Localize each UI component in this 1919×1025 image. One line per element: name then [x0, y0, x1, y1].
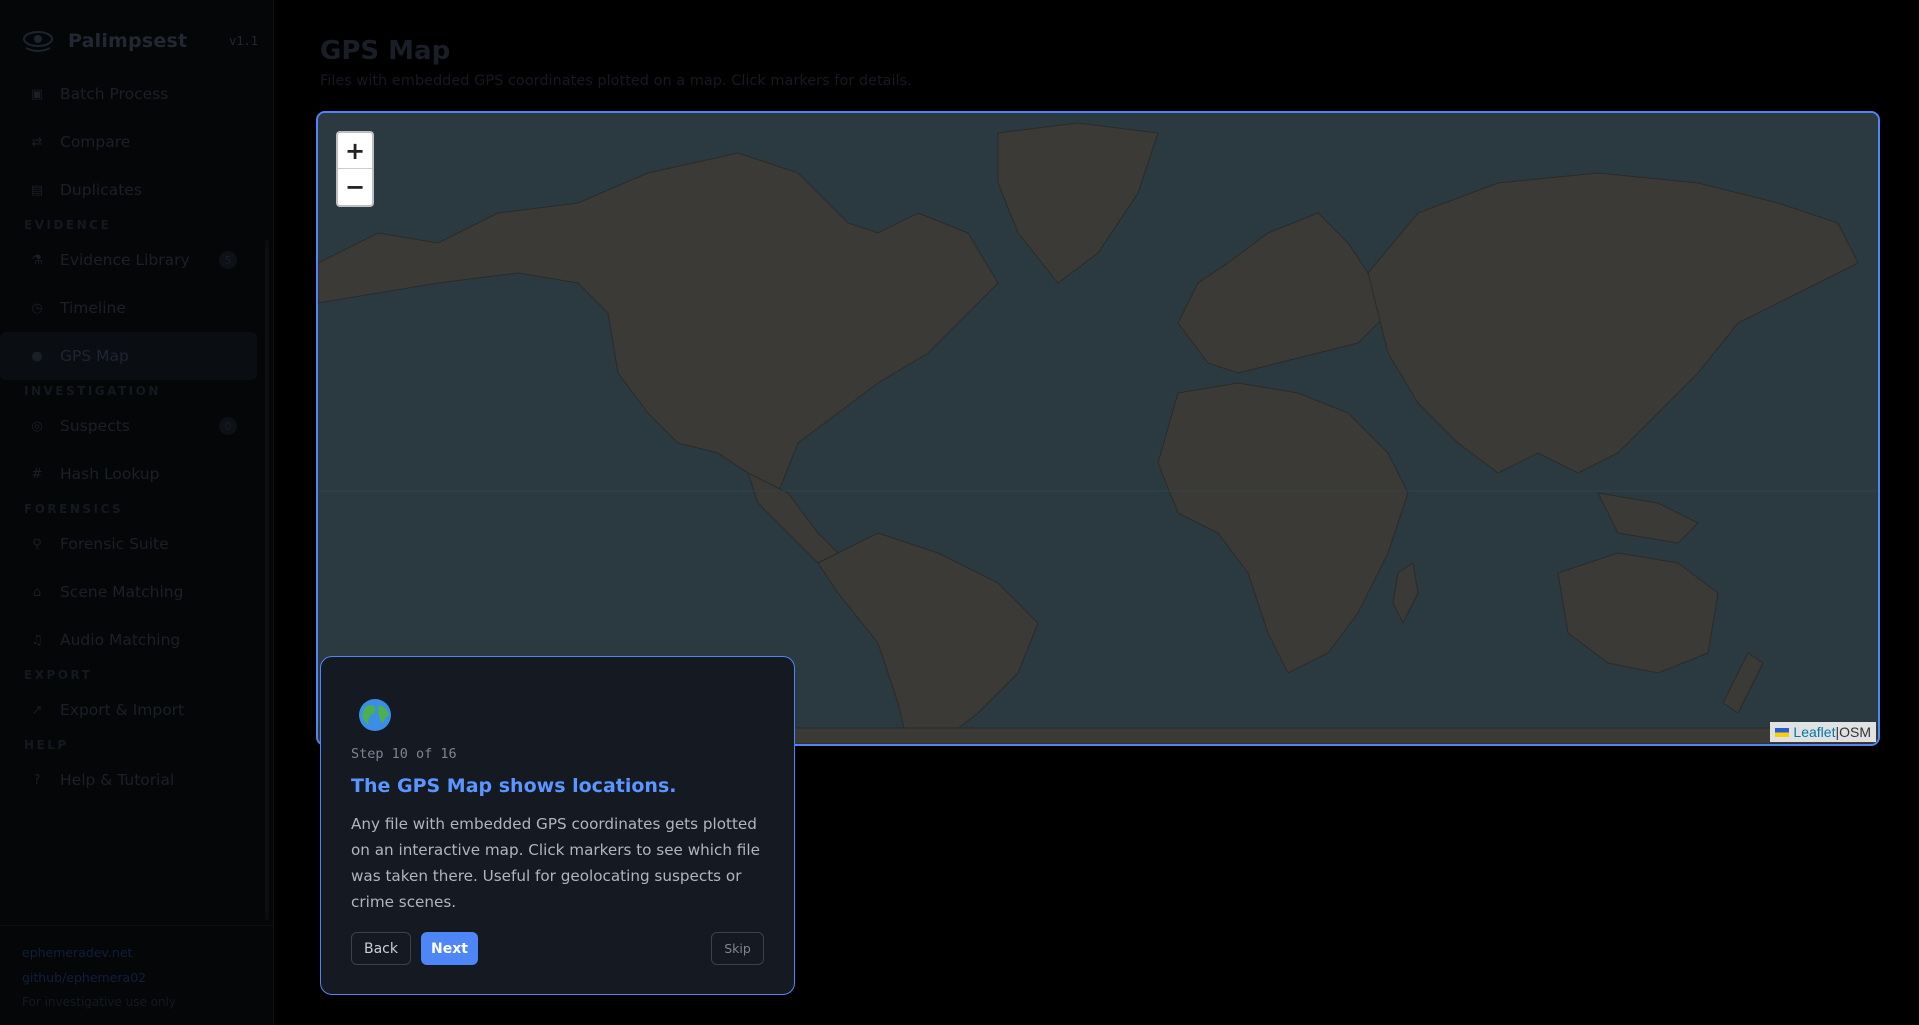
sidebar-item-label: Hash Lookup — [60, 465, 160, 483]
sidebar-item-export-import[interactable]: ↗ Export & Import — [0, 686, 257, 734]
sidebar-item-label: Scene Matching — [60, 583, 184, 601]
sidebar-item-evidence-library[interactable]: ⚗ Evidence Library 5 — [0, 236, 257, 284]
globe-icon: ● — [31, 348, 43, 364]
sidebar-item-help-tutorial[interactable]: ? Help & Tutorial — [0, 756, 257, 804]
sidebar-item-label: Batch Process — [60, 85, 169, 103]
app-version: v1.1 — [229, 34, 258, 48]
page-title: GPS Map — [320, 36, 451, 66]
sidebar-item-duplicates[interactable]: ▤ Duplicates — [0, 166, 257, 214]
sidebar-item-label: Audio Matching — [60, 631, 181, 649]
zoom-out-button[interactable]: − — [338, 169, 372, 205]
sidebar-scrollbar[interactable] — [265, 240, 269, 920]
arrow-icon: ↗ — [31, 702, 43, 718]
back-button[interactable]: Back — [351, 932, 411, 965]
section-evidence: EVIDENCE — [24, 218, 112, 232]
footer-note: For investigative use only — [22, 995, 177, 1009]
world-map-tiles — [318, 113, 1878, 744]
count-badge: 0 — [219, 417, 237, 435]
app-name: Palimpsest — [68, 30, 188, 52]
sidebar-item-label: Timeline — [60, 299, 126, 317]
globe-icon — [359, 699, 391, 731]
page-subtitle: Files with embedded GPS coordinates plot… — [320, 73, 912, 89]
tour-body: Any file with embedded GPS coordinates g… — [351, 815, 760, 911]
website-link[interactable]: ephemeradev.net — [22, 940, 262, 965]
sidebar-item-gps-map[interactable]: ● GPS Map — [0, 332, 257, 380]
sidebar-item-label: Help & Tutorial — [60, 771, 175, 789]
sidebar-item-batch-process[interactable]: ▣ Batch Process — [0, 70, 257, 118]
section-export: EXPORT — [24, 668, 93, 682]
section-help: HELP — [24, 738, 69, 752]
flask-icon: ⚲ — [32, 536, 42, 552]
sidebar-item-label: Duplicates — [60, 181, 142, 199]
hash-icon: # — [31, 466, 43, 482]
sidebar-item-audio-matching[interactable]: ♫ Audio Matching — [0, 616, 257, 664]
sidebar-item-forensic-suite[interactable]: ⚲ Forensic Suite — [0, 520, 257, 568]
count-badge: 5 — [219, 251, 237, 269]
tour-title: The GPS Map shows locations. — [351, 775, 677, 797]
section-forensics: FORENSICS — [24, 502, 124, 516]
sidebar-item-scene-matching[interactable]: ⌂ Scene Matching — [0, 568, 257, 616]
ukraine-flag-icon — [1775, 727, 1790, 737]
github-link[interactable]: github/ephemera02 — [22, 965, 262, 990]
section-investigation: INVESTIGATION — [24, 384, 161, 398]
sidebar-item-hash-lookup[interactable]: # Hash Lookup — [0, 450, 257, 498]
sidebar-item-compare[interactable]: ⇄ Compare — [0, 118, 257, 166]
next-button[interactable]: Next — [421, 932, 478, 965]
map-attribution: Leaflet | OSM — [1770, 722, 1876, 742]
leaflet-link[interactable]: Leaflet — [1793, 724, 1835, 740]
swap-icon: ⇄ — [31, 134, 43, 150]
sidebar-item-label: GPS Map — [60, 347, 129, 365]
target-icon: ◎ — [31, 418, 43, 434]
sidebar-item-label: Compare — [60, 133, 131, 151]
gps-map[interactable]: + − Leaflet | OSM — [316, 111, 1880, 746]
osm-attribution: OSM — [1839, 724, 1871, 740]
sidebar: Palimpsest v1.1 ▣ Batch Process ⇄ Compar… — [0, 0, 274, 1025]
eye-logo-icon — [23, 31, 53, 52]
sidebar-item-label: Forensic Suite — [60, 535, 169, 553]
sidebar-nav: ▣ Batch Process ⇄ Compare ▤ Duplicates E… — [0, 70, 265, 804]
music-icon: ♫ — [31, 632, 43, 648]
footer-divider — [0, 925, 274, 926]
sidebar-item-timeline[interactable]: ◷ Timeline — [0, 284, 257, 332]
sidebar-item-label: Evidence Library — [60, 251, 190, 269]
box-icon: ▣ — [30, 86, 44, 102]
brand[interactable]: Palimpsest v1.1 — [22, 24, 258, 58]
sidebar-footer: ephemeradev.net github/ephemera02 For in… — [22, 940, 262, 1015]
clock-icon: ◷ — [31, 300, 43, 316]
house-icon: ⌂ — [32, 584, 42, 600]
microscope-icon: ⚗ — [31, 252, 43, 268]
sidebar-item-label: Export & Import — [60, 701, 185, 719]
question-icon: ? — [33, 772, 41, 788]
sidebar-item-suspects[interactable]: ◎ Suspects 0 — [0, 402, 257, 450]
zoom-control: + − — [336, 131, 374, 207]
sidebar-item-label: Suspects — [60, 417, 130, 435]
copy-icon: ▤ — [30, 182, 44, 198]
zoom-in-button[interactable]: + — [338, 133, 372, 169]
tour-card: Step 10 of 16 The GPS Map shows location… — [320, 656, 795, 995]
skip-button[interactable]: Skip — [711, 932, 764, 965]
tour-step-counter: Step 10 of 16 — [351, 746, 457, 762]
